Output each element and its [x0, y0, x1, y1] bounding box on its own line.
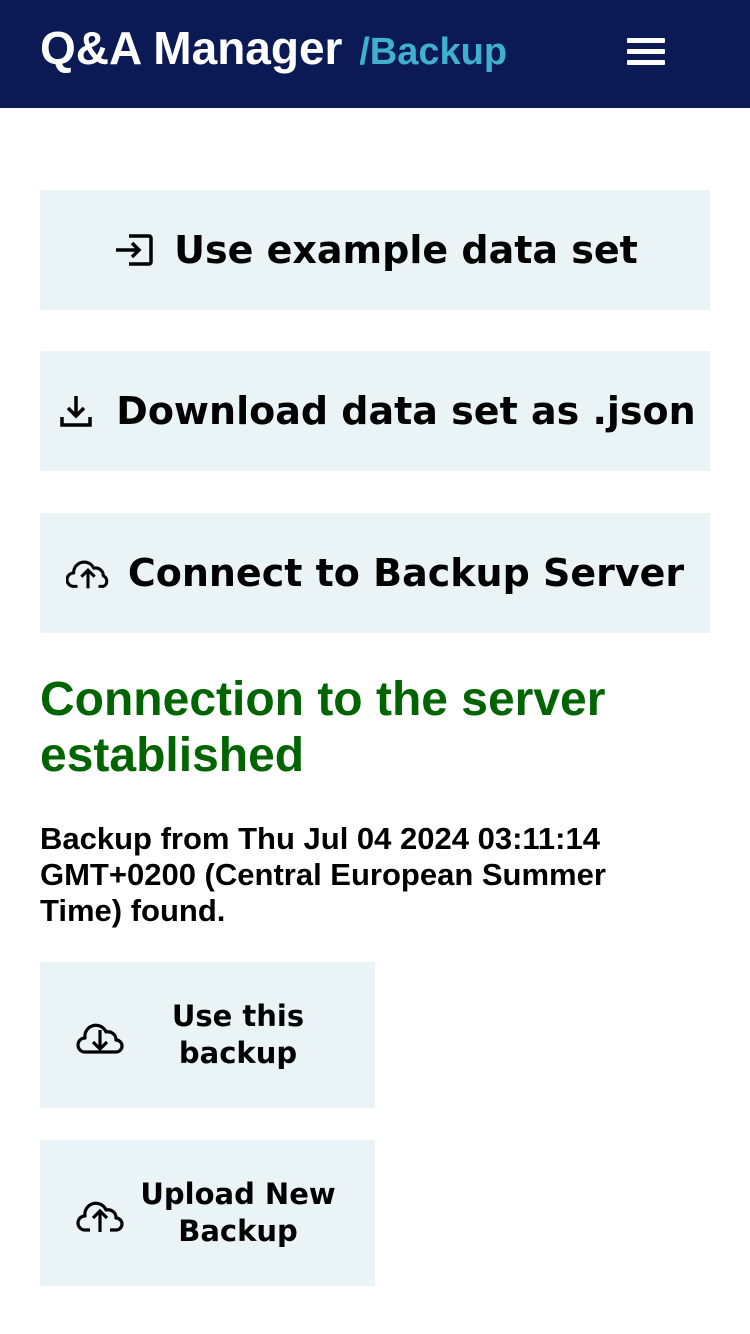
cloud-download-icon [76, 1012, 124, 1058]
download-json-label: Download data set as .json [116, 389, 696, 433]
upload-new-backup-button[interactable]: Upload New Backup [40, 1140, 375, 1286]
app-title: Q&A Manager [40, 22, 343, 74]
connect-backup-server-button[interactable]: Connect to Backup Server [40, 513, 710, 633]
menu-bar [627, 60, 665, 65]
use-this-backup-label: Use this backup [171, 999, 305, 1070]
use-this-backup-button[interactable]: Use this backup [40, 962, 375, 1108]
section-name: /Backup [359, 31, 508, 73]
menu-bar [627, 49, 665, 54]
page-title: Q&A Manager /Backup [40, 20, 507, 80]
upload-new-backup-label: Upload New Backup [140, 1177, 336, 1248]
hamburger-menu-icon[interactable] [620, 28, 672, 74]
cloud-upload-icon [76, 1190, 124, 1236]
cloud-upload-icon [65, 551, 110, 595]
download-icon [54, 389, 98, 433]
backup-info-text: Backup from Thu Jul 04 2024 03:11:14 GMT… [40, 821, 606, 928]
connect-backup-server-label: Connect to Backup Server [127, 551, 685, 595]
download-json-button[interactable]: Download data set as .json [40, 351, 710, 471]
use-example-data-button[interactable]: Use example data set [40, 190, 710, 310]
use-example-data-label: Use example data set [174, 228, 638, 272]
menu-bar [627, 38, 665, 43]
connection-status-heading: Connection to the server established [40, 673, 606, 782]
app-header: Q&A Manager /Backup [0, 0, 750, 108]
import-icon [112, 228, 156, 272]
